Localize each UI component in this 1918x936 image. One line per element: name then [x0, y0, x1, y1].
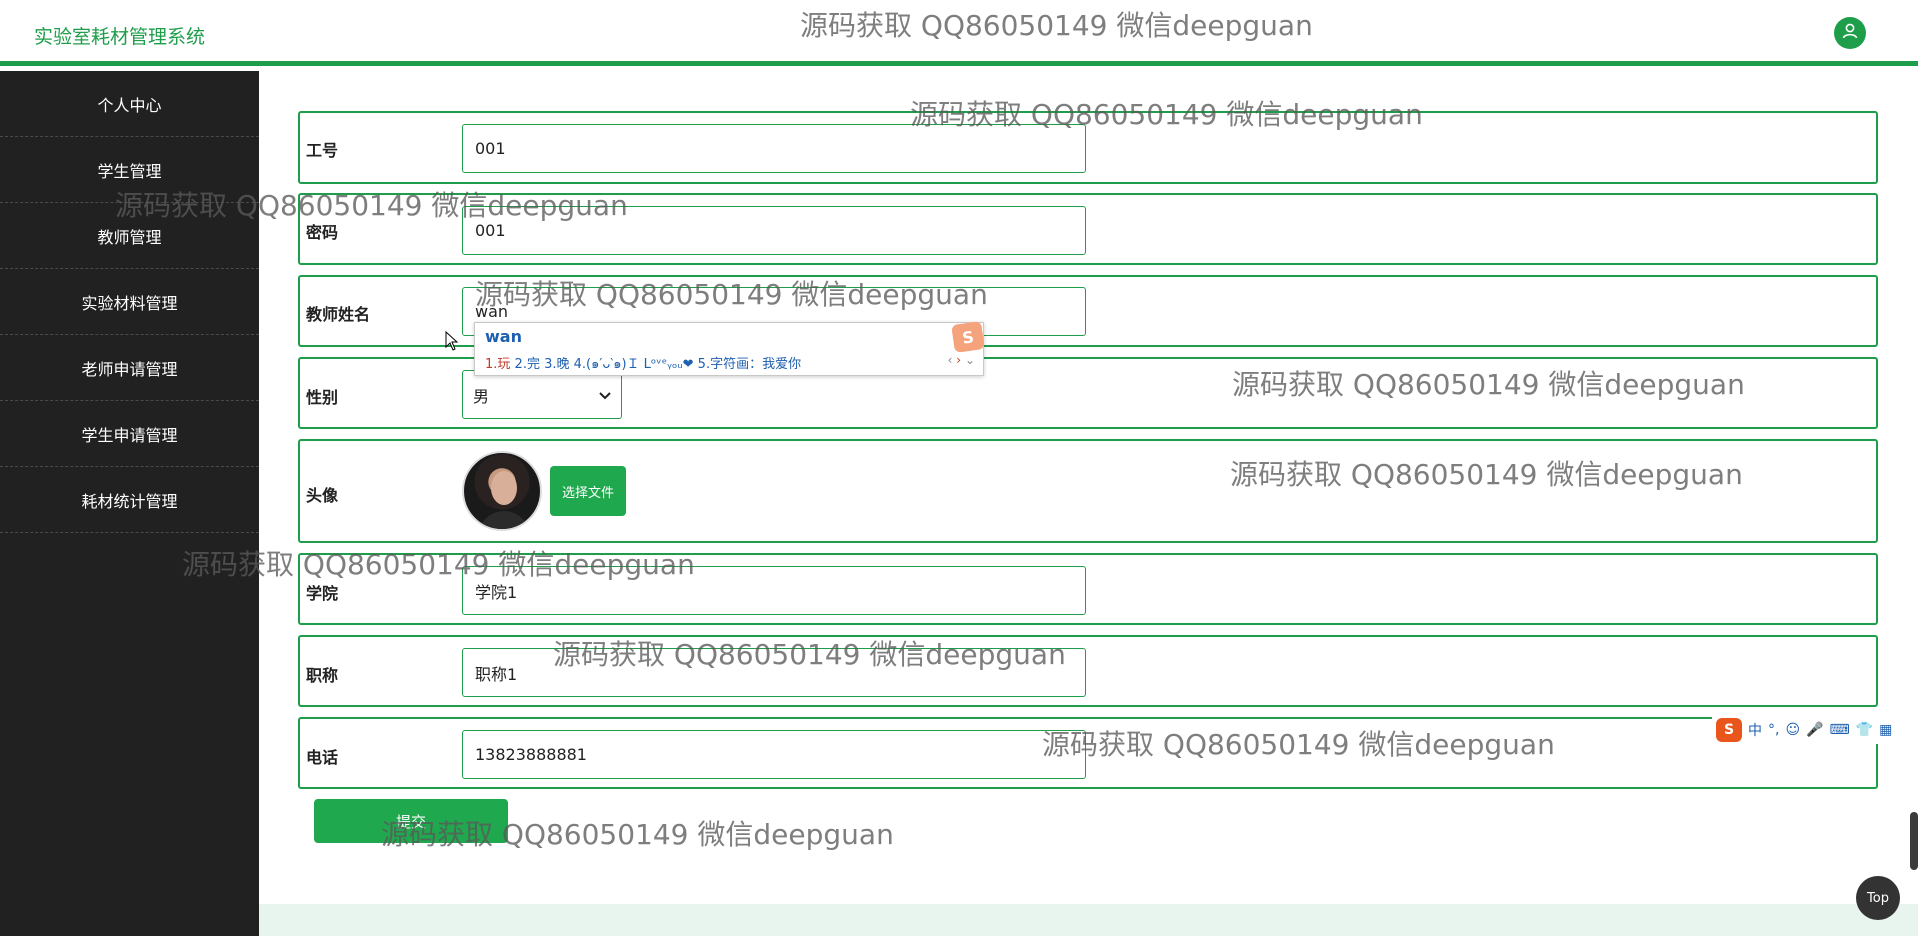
app-title: 实验室耗材管理系统 [34, 26, 206, 48]
punctuation-icon[interactable]: °, [1768, 722, 1779, 738]
ime-logo-icon[interactable]: S [1716, 718, 1742, 742]
college-label: 学院 [306, 584, 339, 603]
ime-candidate[interactable]: 4.(๑′ᴗ‵๑)Ｉ Lᵒᵛᵉᵧₒᵤ❤ [574, 357, 694, 372]
sidebar-item-teacher-application[interactable]: 老师申请管理 [0, 335, 259, 401]
scrollbar[interactable] [1910, 812, 1918, 870]
ime-status-bar: S 中 °, ☺ 🎤 ⌨ 👕 ▦ [1712, 716, 1918, 744]
phone-input[interactable]: 13823888881 [462, 730, 1086, 779]
sidebar-item-student-management[interactable]: 学生管理 [0, 137, 259, 203]
chinese-mode-icon[interactable]: 中 [1748, 720, 1762, 740]
avatar-label: 头像 [306, 486, 339, 505]
college-input[interactable]: 学院1 [462, 566, 1086, 615]
sidebar: 个人中心 学生管理 教师管理 实验材料管理 老师申请管理 学生申请管理 耗材统计… [0, 71, 259, 936]
employee-id-input[interactable]: 001 [462, 124, 1086, 173]
teacher-name-label: 教师姓名 [306, 305, 371, 324]
ime-logo-icon: S [951, 321, 985, 353]
back-to-top-button[interactable]: Top [1856, 876, 1900, 920]
chevron-right-icon[interactable]: › [956, 353, 961, 367]
user-icon [1841, 22, 1859, 44]
form-row-college: 学院 学院1 [298, 553, 1878, 625]
phone-label: 电话 [306, 748, 339, 767]
sidebar-item-student-application[interactable]: 学生申请管理 [0, 401, 259, 467]
submit-button[interactable]: 提交 [314, 799, 508, 843]
sidebar-item-personal-center[interactable]: 个人中心 [0, 71, 259, 137]
form-row-avatar: 头像 选择文件 [298, 439, 1878, 543]
password-input[interactable]: 001 [462, 206, 1086, 255]
form-row-phone: 电话 13823888881 [298, 717, 1878, 789]
avatar-image [462, 451, 542, 531]
keyboard-icon[interactable]: ⌨ [1830, 722, 1850, 738]
job-title-label: 职称 [306, 666, 339, 685]
ime-candidate[interactable]: 1.玩 [485, 357, 510, 372]
password-label: 密码 [306, 223, 339, 242]
sidebar-item-teacher-management[interactable]: 教师管理 [0, 203, 259, 269]
sidebar-item-material-management[interactable]: 实验材料管理 [0, 269, 259, 335]
employee-id-label: 工号 [306, 141, 339, 160]
chevron-left-icon[interactable]: ‹ [948, 353, 953, 367]
emoji-icon[interactable]: ☺ [1785, 722, 1800, 738]
gender-label: 性别 [306, 388, 339, 407]
user-avatar-button[interactable] [1834, 17, 1866, 49]
form-row-password: 密码 001 [298, 193, 1878, 265]
ime-candidates: 1.玩 2.完 3.晚 4.(๑′ᴗ‵๑)Ｉ Lᵒᵛᵉᵧₒᵤ❤ 5.字符画：我爱… [485, 353, 801, 374]
choose-file-button[interactable]: 选择文件 [550, 466, 626, 516]
ime-candidate[interactable]: 3.晚 [544, 357, 569, 372]
ime-candidate[interactable]: 2.完 [515, 357, 540, 372]
job-title-input[interactable]: 职称1 [462, 648, 1086, 697]
footer-strip [259, 904, 1918, 936]
ime-candidate-popup: wan S 1.玩 2.完 3.晚 4.(๑′ᴗ‵๑)Ｉ Lᵒᵛᵉᵧₒᵤ❤ 5.… [474, 321, 985, 376]
chevron-down-icon[interactable]: ⌄ [965, 353, 975, 367]
gender-select[interactable]: 男 [462, 370, 622, 419]
ime-page-nav[interactable]: ‹ › ⌄ [948, 353, 975, 367]
chevron-down-icon [599, 385, 611, 404]
skin-icon[interactable]: 👕 [1856, 722, 1873, 738]
ime-candidate[interactable]: 5.字符画：我爱你 [698, 357, 801, 372]
sidebar-item-consumable-statistics[interactable]: 耗材统计管理 [0, 467, 259, 533]
form-row-title: 职称 职称1 [298, 635, 1878, 707]
microphone-icon[interactable]: 🎤 [1806, 722, 1823, 738]
ime-composition: wan [485, 327, 522, 346]
gender-select-value: 男 [473, 386, 490, 406]
form-row-employee-id: 工号 001 [298, 111, 1878, 184]
top-header: 实验室耗材管理系统 [0, 0, 1918, 66]
toolbox-icon[interactable]: ▦ [1879, 722, 1892, 738]
mouse-pointer-icon [445, 330, 459, 355]
